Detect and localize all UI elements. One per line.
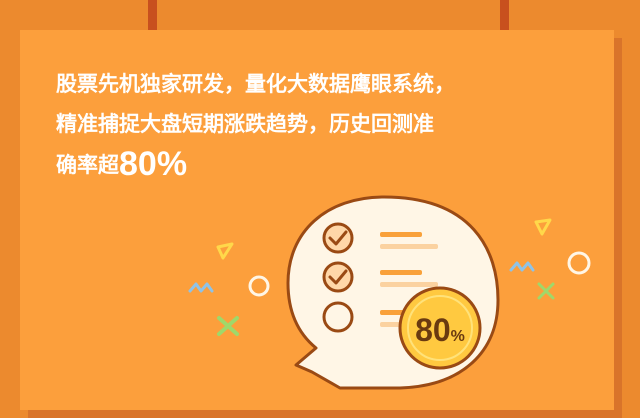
accuracy-badge-value: 80	[415, 312, 451, 348]
check-circle-icon	[322, 222, 354, 254]
empty-circle-icon	[322, 301, 354, 333]
accuracy-badge-unit: %	[450, 328, 465, 345]
checklist-illustration	[188, 195, 591, 390]
accuracy-badge: 80%	[398, 300, 482, 360]
check-circle-icon	[322, 261, 354, 293]
